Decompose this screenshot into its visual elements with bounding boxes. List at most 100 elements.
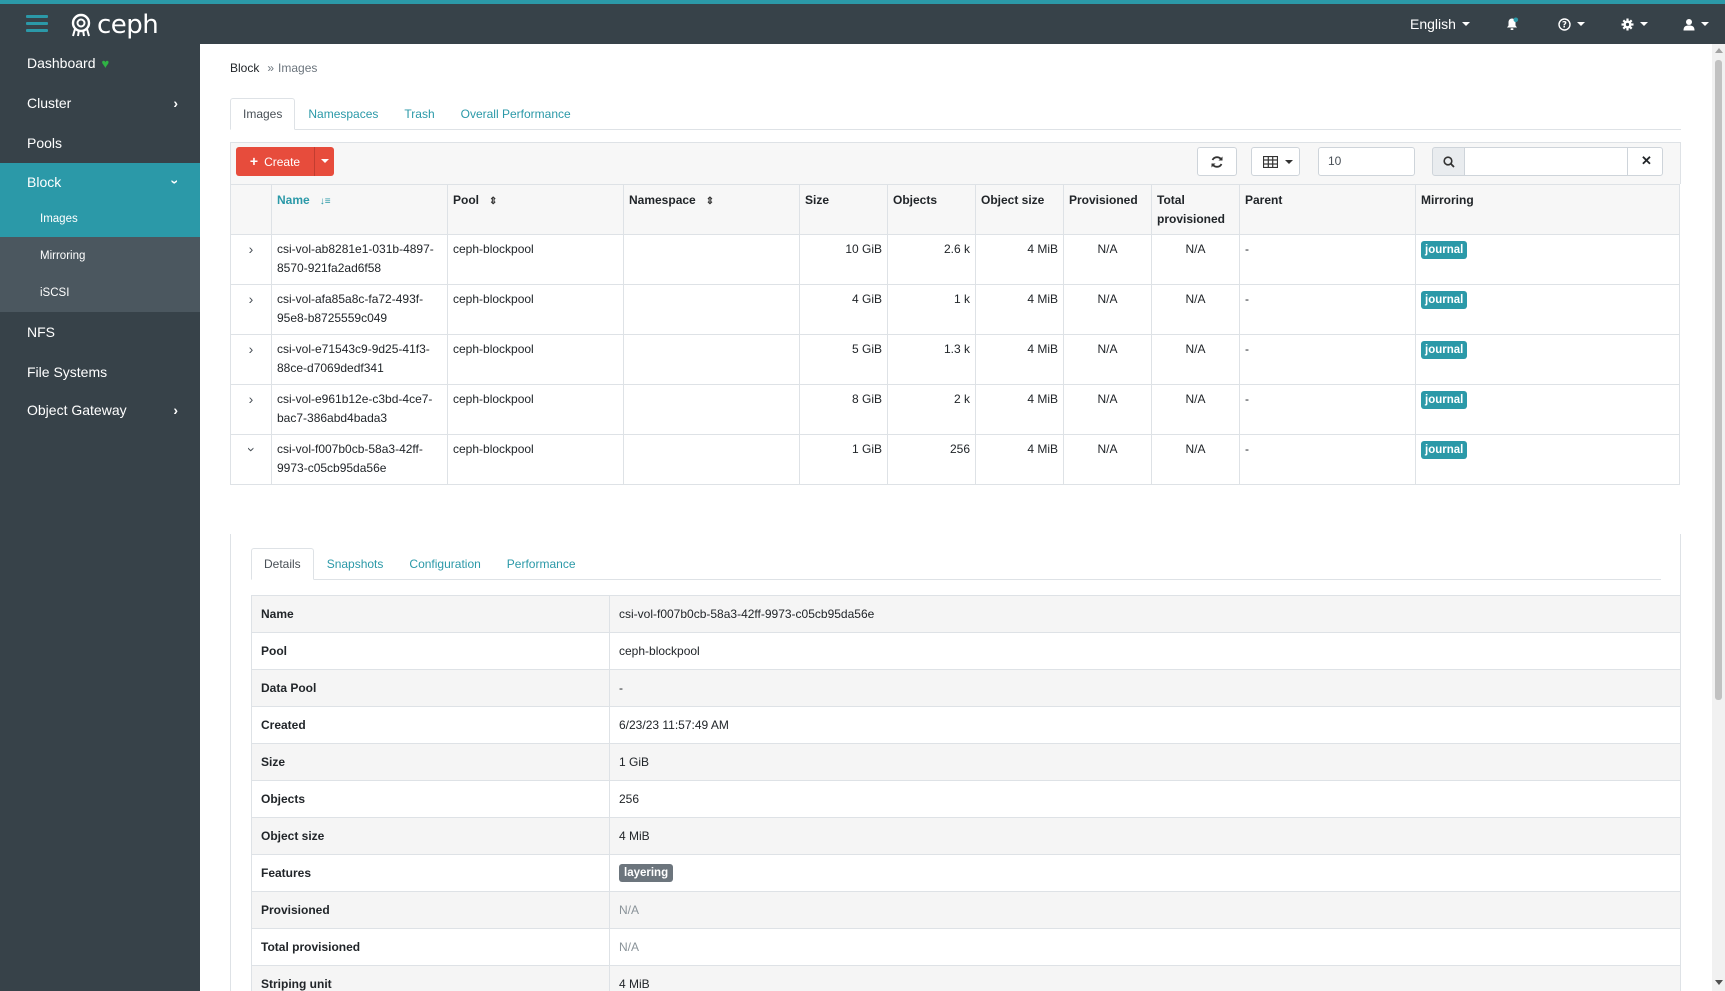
table-row[interactable]: › csi-vol-e961b12e-c3bd-4ce7-bac7-386abd4…: [230, 384, 1680, 435]
cell-total-provisioned: N/A: [1151, 334, 1240, 385]
create-button[interactable]: + Create: [236, 147, 334, 176]
language-selector[interactable]: English: [1410, 4, 1470, 44]
table-header-row: Name ↓≡ Pool ⇕ Namespace ⇕ Size Objects Obj…: [230, 184, 1680, 235]
column-header-parent[interactable]: Parent: [1239, 184, 1416, 235]
detail-key: Created: [251, 706, 610, 744]
table-row[interactable]: › csi-vol-ab8281e1-031b-4897-8570-921fa2a…: [230, 234, 1680, 285]
settings-menu[interactable]: [1621, 4, 1648, 44]
cell-pool: ceph-blockpool: [447, 334, 624, 385]
ceph-logo[interactable]: ceph: [68, 10, 159, 40]
tab-trash[interactable]: Trash: [391, 98, 447, 130]
sidebar-item-iscsi[interactable]: iSCSI: [0, 275, 200, 311]
scrollbar-thumb[interactable]: [1715, 60, 1722, 700]
tab-images[interactable]: Images: [230, 98, 296, 130]
cell-parent: -: [1239, 234, 1416, 285]
detail-row: Features layering: [251, 854, 1681, 892]
column-header-label: Total provisioned: [1157, 193, 1226, 226]
column-header-provisioned[interactable]: Provisioned: [1063, 184, 1152, 235]
scroll-down-icon[interactable]: [1715, 980, 1723, 985]
page-tabs: Images Namespaces Trash Overall Performa…: [230, 98, 1681, 130]
column-header-total-provisioned[interactable]: Total provisioned: [1151, 184, 1240, 235]
expand-row-chevron-right-icon[interactable]: ›: [230, 334, 272, 385]
expand-column-header: [230, 184, 272, 235]
chevron-down-icon: [1461, 22, 1470, 26]
clear-search-button[interactable]: ✕: [1627, 147, 1663, 176]
expand-row-chevron-right-icon[interactable]: ›: [230, 234, 272, 285]
cell-object-size: 4 MiB: [975, 384, 1064, 435]
collapse-row-chevron-down-icon[interactable]: ›: [230, 434, 272, 485]
detail-row: Size 1 GiB: [251, 743, 1681, 781]
column-header-mirroring[interactable]: Mirroring: [1415, 184, 1680, 235]
plus-icon: +: [249, 153, 259, 169]
refresh-button[interactable]: [1197, 147, 1237, 176]
detail-value: 256: [609, 780, 1681, 818]
cell-provisioned: N/A: [1063, 284, 1152, 335]
user-menu[interactable]: [1683, 4, 1709, 44]
sort-icon: ⇕: [489, 196, 498, 207]
tab-namespaces[interactable]: Namespaces: [295, 98, 391, 130]
detail-value: 1 GiB: [609, 743, 1681, 781]
table-row[interactable]: › csi-vol-f007b0cb-58a3-42ff-9973-c05cb95…: [230, 434, 1680, 485]
create-button-label: Create: [264, 155, 301, 169]
main-content: Block» Images Images Namespaces Trash Ove…: [200, 44, 1712, 991]
expand-row-chevron-right-icon[interactable]: ›: [230, 284, 272, 335]
column-header-object-size[interactable]: Object size: [975, 184, 1064, 235]
column-header-pool[interactable]: Pool ⇕: [447, 184, 624, 235]
chevron-down-icon: [1285, 160, 1293, 164]
sidebar-item-file-systems[interactable]: File Systems: [0, 353, 200, 391]
sidebar-item-nfs[interactable]: NFS: [0, 313, 200, 351]
page-size-input[interactable]: 10: [1318, 147, 1415, 176]
tab-snapshots[interactable]: Snapshots: [314, 548, 397, 580]
column-header-label: Size: [805, 193, 830, 207]
block-submenu: Images Mirroring iSCSI: [0, 201, 200, 312]
column-header-objects[interactable]: Objects: [887, 184, 976, 235]
scroll-up-icon[interactable]: [1715, 48, 1723, 53]
page-scrollbar[interactable]: [1712, 44, 1725, 991]
tab-details[interactable]: Details: [251, 548, 314, 580]
table-row[interactable]: › csi-vol-afa85a8c-fa72-493f-95e8-b872555…: [230, 284, 1680, 335]
cell-size: 10 GiB: [799, 234, 888, 285]
table-row[interactable]: › csi-vol-e71543c9-9d25-41f3-88ce-d7069de…: [230, 334, 1680, 385]
column-header-size[interactable]: Size: [799, 184, 888, 235]
notifications-button[interactable]: [1505, 4, 1519, 44]
tab-overall-performance[interactable]: Overall Performance: [448, 98, 584, 130]
cell-namespace: [623, 284, 800, 335]
cell-mirroring: journal: [1415, 284, 1680, 335]
gear-icon: [1621, 18, 1634, 30]
search-input[interactable]: [1464, 147, 1628, 176]
detail-value: -: [609, 669, 1681, 707]
column-header-namespace[interactable]: Namespace ⇕: [623, 184, 800, 235]
detail-key: Data Pool: [251, 669, 610, 707]
breadcrumb-block[interactable]: Block: [230, 61, 259, 75]
column-header-name[interactable]: Name ↓≡: [271, 184, 448, 235]
detail-value: N/A: [609, 928, 1681, 966]
column-header-label: Parent: [1245, 193, 1283, 207]
cell-provisioned: N/A: [1063, 434, 1152, 485]
sidebar-item-images[interactable]: Images: [0, 201, 200, 237]
sidebar-item-cluster[interactable]: Cluster ›: [0, 84, 200, 122]
detail-value: 6/23/23 11:57:49 AM: [609, 706, 1681, 744]
chevron-right-icon: ›: [173, 95, 178, 111]
breadcrumb-current: Images: [278, 61, 318, 75]
chevron-down-icon: [1640, 22, 1648, 26]
detail-key: Object size: [251, 817, 610, 855]
expand-row-chevron-right-icon[interactable]: ›: [230, 384, 272, 435]
refresh-icon: [1211, 156, 1223, 168]
column-toggle-button[interactable]: [1251, 147, 1300, 176]
sidebar-item-pools[interactable]: Pools: [0, 124, 200, 162]
mirroring-badge: journal: [1421, 441, 1468, 459]
tab-performance[interactable]: Performance: [494, 548, 589, 580]
cell-name: csi-vol-afa85a8c-fa72-493f-95e8-b8725559…: [271, 284, 448, 335]
help-menu[interactable]: ?: [1558, 4, 1585, 44]
create-dropdown-toggle[interactable]: [314, 147, 334, 176]
detail-key: Objects: [251, 780, 610, 818]
tab-configuration[interactable]: Configuration: [396, 548, 493, 580]
sidebar-item-block[interactable]: Block ›: [0, 163, 200, 201]
cell-provisioned: N/A: [1063, 334, 1152, 385]
sidebar-item-object-gateway[interactable]: Object Gateway ›: [0, 391, 200, 429]
detail-row: Striping unit 4 MiB: [251, 965, 1681, 991]
sidebar-item-mirroring[interactable]: Mirroring: [0, 238, 200, 274]
column-header-label: Object size: [981, 193, 1045, 207]
sidebar-item-dashboard[interactable]: Dashboard ♥: [0, 44, 200, 82]
hamburger-menu-icon[interactable]: [26, 15, 48, 33]
